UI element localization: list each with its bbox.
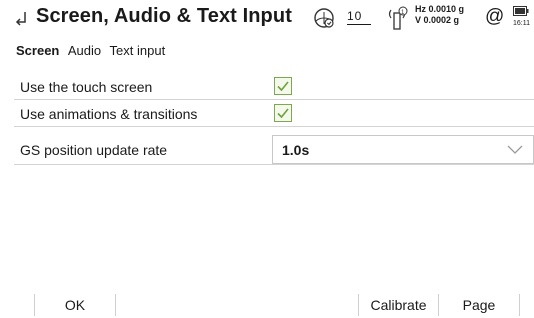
page-button[interactable]: Page bbox=[439, 291, 519, 318]
back-arrow-icon[interactable] bbox=[13, 9, 29, 27]
screen-settings-window: Screen, Audio & Text Input 10 1 Hz 0.001… bbox=[0, 0, 534, 318]
at-sign-icon[interactable]: @ bbox=[485, 6, 504, 28]
touch-screen-label: Use the touch screen bbox=[20, 79, 153, 95]
tab-bar: Screen Audio Text input bbox=[16, 42, 169, 58]
chevron-down-icon bbox=[507, 145, 523, 154]
softkey-bar: OK Calibrate Page bbox=[0, 291, 534, 318]
satellite-status-icon[interactable] bbox=[312, 6, 336, 30]
face-value: 10 bbox=[347, 9, 363, 23]
precision-readout: Hz 0.0010 g V 0.0002 g bbox=[415, 4, 464, 26]
tab-text-input[interactable]: Text input bbox=[110, 43, 166, 58]
hz-precision: Hz 0.0010 g bbox=[415, 4, 465, 14]
tab-screen[interactable]: Screen bbox=[16, 43, 59, 58]
softkey-separator bbox=[519, 294, 520, 316]
tab-audio[interactable]: Audio bbox=[68, 43, 101, 58]
header-bar: Screen, Audio & Text Input 10 1 Hz 0.001… bbox=[0, 0, 534, 36]
checkmark-icon bbox=[277, 108, 289, 119]
touch-screen-row: Use the touch screen bbox=[14, 74, 534, 100]
v-precision: V 0.0002 g bbox=[415, 15, 460, 25]
animations-checkbox[interactable] bbox=[274, 104, 292, 122]
softkey-separator bbox=[115, 294, 116, 316]
calibrate-button[interactable]: Calibrate bbox=[359, 291, 438, 318]
gs-update-rate-select[interactable]: 1.0s bbox=[272, 135, 534, 164]
clock-time: 16:11 bbox=[513, 20, 530, 27]
gs-update-rate-value: 1.0s bbox=[282, 142, 310, 158]
face-indicator[interactable]: 10 bbox=[347, 9, 373, 29]
radio-link-icon[interactable]: 1 bbox=[385, 5, 409, 31]
gs-update-rate-row: GS position update rate 1.0s bbox=[14, 135, 534, 165]
checkmark-icon bbox=[277, 81, 289, 92]
gs-update-rate-label: GS position update rate bbox=[20, 142, 168, 158]
animations-label: Use animations & transitions bbox=[20, 106, 198, 122]
battery-icon[interactable] bbox=[513, 5, 529, 17]
face-underline bbox=[347, 24, 371, 25]
animations-row: Use animations & transitions bbox=[14, 101, 534, 127]
page-title: Screen, Audio & Text Input bbox=[36, 5, 292, 27]
touch-screen-checkbox[interactable] bbox=[274, 77, 292, 95]
ok-button[interactable]: OK bbox=[35, 291, 115, 318]
